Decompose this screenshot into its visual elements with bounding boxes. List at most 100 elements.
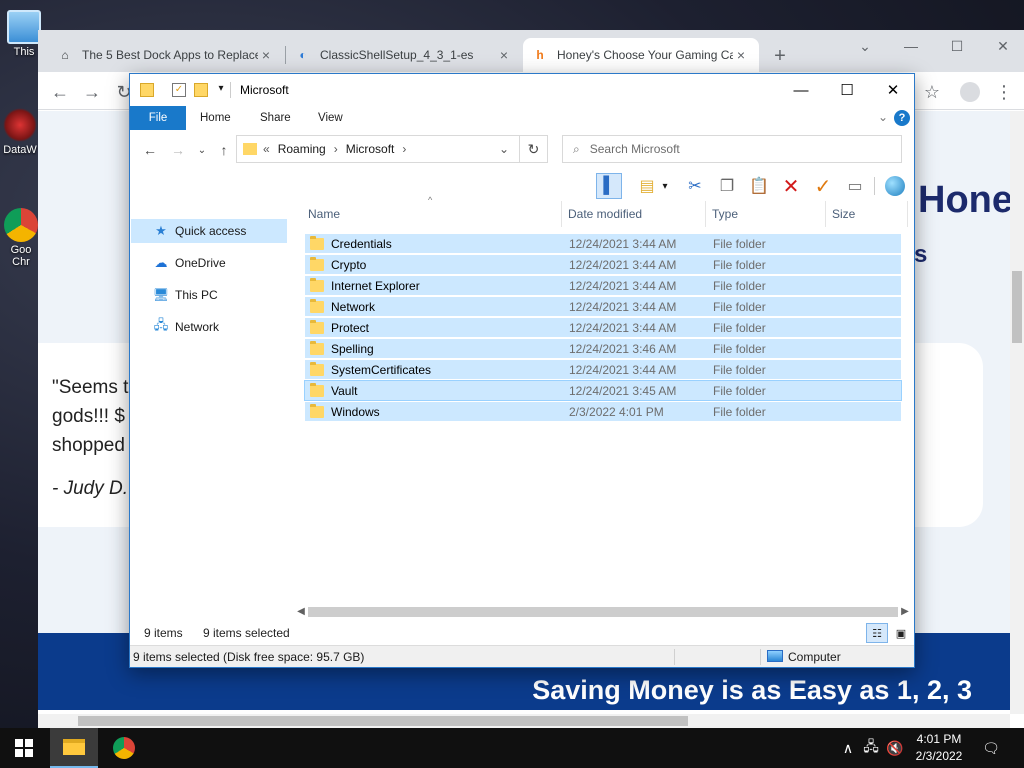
- details-view-button[interactable]: ☷: [866, 623, 888, 643]
- delete-icon[interactable]: ✕: [778, 173, 804, 199]
- navigation-pane-icon[interactable]: ▌: [596, 173, 622, 199]
- breadcrumb-separator-icon[interactable]: ›: [402, 142, 406, 156]
- toolbar-divider: [874, 177, 875, 195]
- bookmark-star-icon[interactable]: ☆: [920, 80, 944, 104]
- windows-logo-icon: [15, 739, 33, 757]
- nav-quick-access[interactable]: ★ Quick access: [131, 219, 287, 243]
- dropdown-arrow-icon[interactable]: ▾: [658, 173, 672, 199]
- help-icon[interactable]: ?: [894, 110, 910, 126]
- table-row[interactable]: Windows 2/3/2022 4:01 PM File folder: [304, 401, 902, 422]
- new-tab-button[interactable]: +: [768, 44, 792, 68]
- table-row[interactable]: SystemCertificates 12/24/2021 3:44 AM Fi…: [304, 359, 902, 380]
- properties-icon[interactable]: ✓: [172, 83, 186, 97]
- tab-home[interactable]: Home: [186, 106, 245, 130]
- paste-icon[interactable]: 📋: [746, 173, 772, 199]
- close-window-button[interactable]: ✕: [870, 74, 916, 106]
- tab-honey[interactable]: h Honey's Choose Your Gaming Category ×: [523, 38, 759, 72]
- desktop-icon-datawarehouse[interactable]: DataW: [0, 108, 40, 156]
- forward-button[interactable]: →: [80, 80, 104, 104]
- column-header-type[interactable]: Type: [708, 201, 826, 227]
- large-icons-view-button[interactable]: ▣: [890, 623, 912, 643]
- tab-view[interactable]: View: [304, 106, 357, 130]
- scroll-right-arrow-icon[interactable]: ▶: [898, 604, 912, 620]
- explorer-title-bar: ✓ ▾ Microsoft — ☐ ✕: [130, 74, 914, 106]
- desktop-icon-google-chrome[interactable]: Goo Chr: [4, 208, 38, 268]
- taskbar-chrome[interactable]: [100, 728, 148, 768]
- notifications-icon[interactable]: 🗨: [980, 728, 1002, 768]
- column-header-name[interactable]: Name: [304, 201, 562, 227]
- recent-locations-chevron-icon[interactable]: ⌄: [192, 140, 212, 160]
- forward-button[interactable]: →: [168, 140, 188, 160]
- tab-file[interactable]: File: [130, 106, 186, 130]
- system-clock[interactable]: 4:01 PM 2/3/2022: [900, 731, 978, 765]
- file-name: Protect: [331, 320, 370, 335]
- back-button[interactable]: ←: [48, 80, 72, 104]
- start-button[interactable]: [0, 728, 48, 768]
- address-dropdown-chevron-icon[interactable]: ⌄: [499, 142, 509, 156]
- file-list-horizontal-scrollbar[interactable]: ◀ ▶: [294, 604, 914, 620]
- page-subheadline: s: [914, 241, 928, 268]
- breadcrumb-microsoft[interactable]: Microsoft: [346, 142, 395, 156]
- scroll-thumb[interactable]: [308, 607, 898, 617]
- tab-search-chevron-icon[interactable]: ⌄: [842, 30, 888, 62]
- column-header-size[interactable]: Size: [828, 201, 908, 227]
- internet-globe-icon[interactable]: [882, 173, 908, 199]
- new-folder-icon[interactable]: [194, 83, 208, 97]
- close-tab-icon[interactable]: ×: [733, 47, 749, 63]
- testimonial-quote: "Seems t gods!!! $ shopped: [52, 377, 129, 456]
- refresh-button[interactable]: ↻: [519, 135, 547, 163]
- table-row[interactable]: Network 12/24/2021 3:44 AM File folder: [304, 296, 902, 317]
- breadcrumb-separator-icon[interactable]: ›: [334, 142, 338, 156]
- table-row[interactable]: Protect 12/24/2021 3:44 AM File folder: [304, 317, 902, 338]
- profile-avatar-icon[interactable]: [958, 80, 982, 104]
- breadcrumb-roaming[interactable]: Roaming: [278, 142, 326, 156]
- scroll-left-arrow-icon[interactable]: ◀: [294, 604, 308, 620]
- properties-check-icon[interactable]: ✓: [810, 173, 836, 199]
- back-button[interactable]: ←: [140, 140, 160, 160]
- cut-icon[interactable]: ✂: [682, 173, 708, 199]
- file-date: 12/24/2021 3:44 AM: [569, 278, 677, 293]
- up-button[interactable]: ↑: [214, 140, 234, 160]
- minimize-button[interactable]: —: [778, 74, 824, 106]
- minimize-button[interactable]: —: [888, 30, 934, 62]
- customize-quick-access-chevron-icon[interactable]: ▾: [214, 83, 228, 97]
- close-tab-icon[interactable]: ×: [496, 47, 512, 63]
- browser-menu-icon[interactable]: ⋮: [992, 80, 1016, 104]
- table-row[interactable]: Spelling 12/24/2021 3:46 AM File folder: [304, 338, 902, 359]
- tab-share[interactable]: Share: [246, 106, 305, 130]
- folder-options-icon[interactable]: ▤: [634, 173, 660, 199]
- expand-ribbon-chevron-icon[interactable]: ⌄: [878, 110, 888, 124]
- maximize-button[interactable]: ☐: [934, 30, 980, 62]
- address-overflow[interactable]: «: [263, 142, 270, 156]
- scroll-thumb[interactable]: [1012, 271, 1022, 343]
- maximize-button[interactable]: ☐: [824, 74, 870, 106]
- file-type: File folder: [713, 383, 766, 398]
- address-bar[interactable]: « Roaming › Microsoft › ⌄: [236, 135, 548, 163]
- page-horizontal-scrollbar[interactable]: [38, 714, 1010, 728]
- page-vertical-scrollbar[interactable]: [1010, 111, 1024, 714]
- nav-network[interactable]: 🖧 Network: [131, 315, 287, 339]
- table-row[interactable]: Crypto 12/24/2021 3:44 AM File folder: [304, 254, 902, 275]
- taskbar-file-explorer[interactable]: [50, 728, 98, 768]
- email-icon[interactable]: ▭: [842, 173, 868, 199]
- search-input[interactable]: ⌕ Search Microsoft: [562, 135, 902, 163]
- tab-dock-apps[interactable]: ⌂ The 5 Best Dock Apps to Replace ×: [48, 38, 284, 72]
- nav-this-pc[interactable]: 🖥 This PC: [131, 283, 287, 307]
- scroll-thumb[interactable]: [78, 716, 688, 726]
- column-header-date[interactable]: Date modified: [564, 201, 706, 227]
- table-row[interactable]: Credentials 12/24/2021 3:44 AM File fold…: [304, 233, 902, 254]
- file-name: Network: [331, 299, 376, 314]
- copy-icon[interactable]: ❐: [714, 173, 740, 199]
- close-tab-icon[interactable]: ×: [258, 47, 274, 63]
- tab-classicshell[interactable]: ◐ ClassicShellSetup_4_3_1-es ×: [286, 38, 522, 72]
- network-tray-icon[interactable]: 🖧: [860, 728, 882, 768]
- show-hidden-icons-chevron-icon[interactable]: ∧: [838, 728, 858, 768]
- table-row[interactable]: Internet Explorer 12/24/2021 3:44 AM Fil…: [304, 275, 902, 296]
- nav-label: Quick access: [175, 224, 247, 238]
- file-date: 12/24/2021 3:45 AM: [569, 383, 677, 398]
- table-row[interactable]: Vault 12/24/2021 3:45 AM File folder: [304, 380, 902, 401]
- monitor-icon: 🖥: [152, 287, 170, 302]
- nav-label: Network: [175, 320, 220, 334]
- close-window-button[interactable]: ✕: [980, 30, 1024, 62]
- nav-onedrive[interactable]: ☁ OneDrive: [131, 251, 287, 275]
